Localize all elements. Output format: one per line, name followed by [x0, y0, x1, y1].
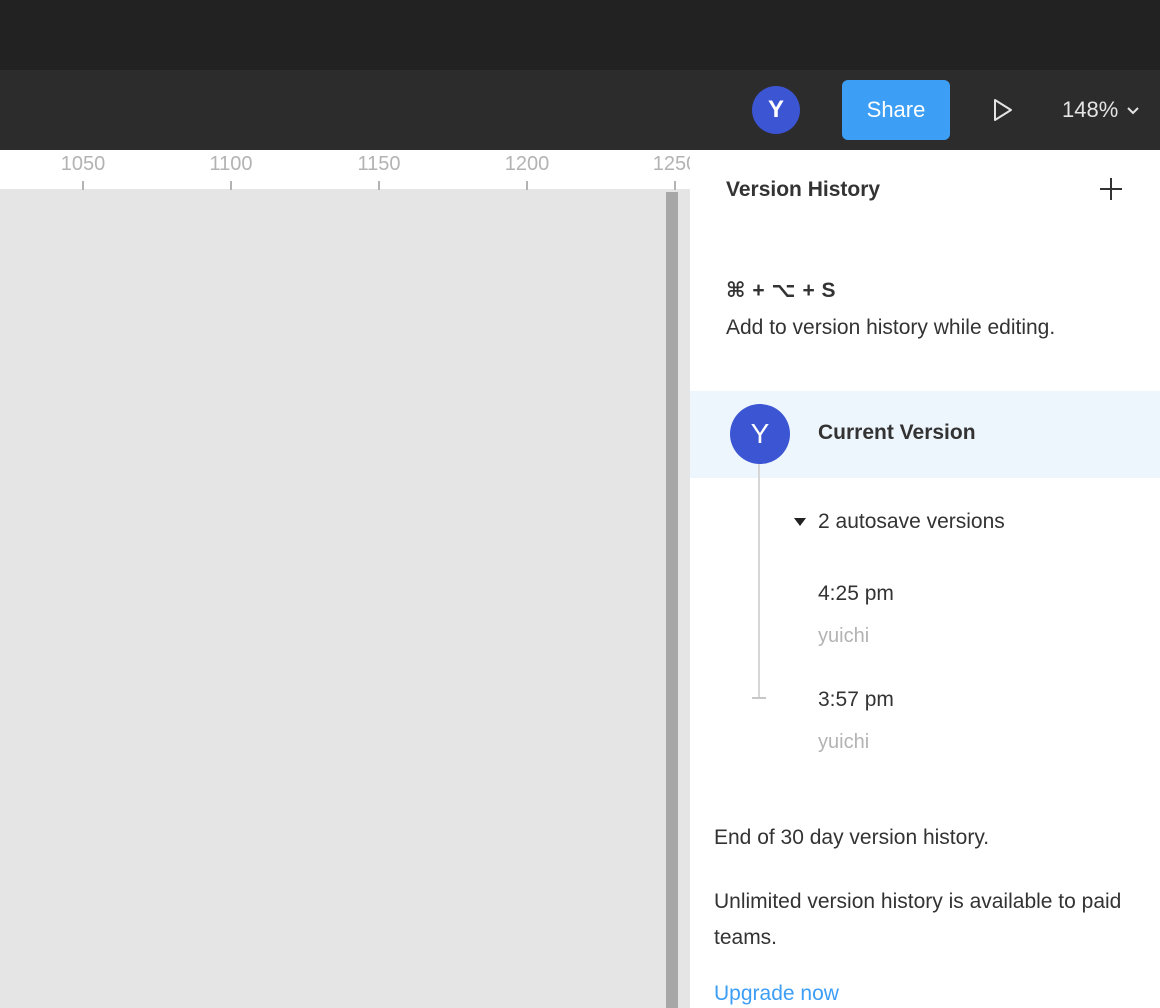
chevron-down-icon [1127, 107, 1139, 115]
current-version-row[interactable]: Y Current Version [690, 391, 1160, 478]
title-bar [0, 0, 1160, 70]
current-version-label: Current Version [818, 421, 976, 444]
canvas-scrollbar[interactable] [666, 192, 678, 1008]
current-version-avatar: Y [730, 404, 790, 464]
zoom-level: 148% [1062, 97, 1119, 122]
ruler-tick-label: 1100 [209, 153, 253, 175]
ruler-tick [526, 181, 528, 190]
ruler-tick [378, 181, 380, 190]
ruler-tick-label: 1150 [357, 153, 401, 175]
present-button[interactable] [986, 92, 1020, 128]
ruler-tick-label: 1200 [504, 153, 550, 175]
canvas[interactable]: 1050 1100 1150 1200 1250 [0, 150, 697, 1008]
autosave-versions-toggle[interactable]: 2 autosave versions [794, 510, 1005, 534]
ruler-tick [674, 181, 676, 190]
keyboard-shortcut: ⌘ + ⌥ + S [726, 279, 837, 302]
horizontal-ruler: 1050 1100 1150 1200 1250 [0, 150, 697, 190]
version-user: yuichi [818, 625, 870, 647]
ruler-tick [230, 181, 232, 190]
end-of-history-text: End of 30 day version history. [714, 826, 990, 849]
play-icon [994, 99, 1012, 121]
ruler-tick-label: 1050 [60, 153, 106, 175]
share-button[interactable]: Share [842, 80, 950, 140]
user-avatar[interactable]: Y [752, 86, 800, 134]
version-user: yuichi [818, 731, 870, 753]
panel-title: Version History [726, 178, 881, 201]
plus-icon [1100, 178, 1122, 200]
upgrade-now-link[interactable]: Upgrade now [714, 982, 839, 1006]
toolbar: Y Share 148% [0, 70, 1160, 150]
shortcut-description: Add to version history while editing. [726, 316, 1056, 339]
version-time: 4:25 pm [818, 582, 894, 605]
current-version-avatar-initial: Y [750, 418, 770, 449]
add-version-button[interactable] [1098, 176, 1124, 202]
unlimited-history-text: Unlimited version history is available t… [714, 890, 1122, 949]
version-history-panel: Version History ⌘ + ⌥ + S Add to version… [690, 150, 1160, 1008]
ruler-tick [82, 181, 84, 190]
user-avatar-initial: Y [767, 96, 784, 123]
timeline-line [758, 464, 760, 698]
timeline-end-cap [752, 697, 766, 699]
version-time: 3:57 pm [818, 688, 894, 711]
autosave-versions-label: 2 autosave versions [818, 510, 1005, 533]
zoom-dropdown[interactable]: 148% [1062, 92, 1140, 128]
caret-down-icon [794, 518, 806, 526]
